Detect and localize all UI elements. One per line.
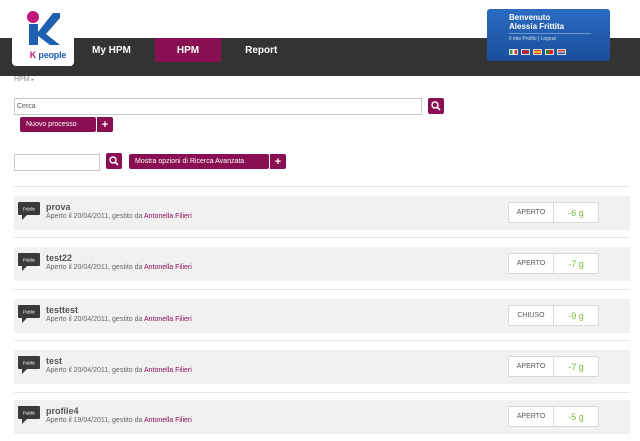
process-meta: Aperto il 20/04/2011, gestito da Antonel… (46, 264, 192, 271)
language-flags (509, 49, 566, 55)
manager-link[interactable]: Antonella Filieri (144, 367, 192, 374)
process-title[interactable]: test (46, 356, 62, 366)
status-badge: APERTO (509, 357, 554, 376)
status-badge: CHIUSO (509, 306, 554, 325)
process-row[interactable]: Public testtest Aperto il 20/04/2011, ge… (14, 299, 630, 333)
svg-text:Public: Public (23, 361, 36, 366)
status-box: APERTO -7 g (508, 356, 599, 377)
breadcrumb: HPM ▸ (14, 76, 34, 83)
new-process-button[interactable]: Nuovo processo (20, 117, 96, 132)
user-panel: Benvenuto Alessia Frittita Il mio Profil… (487, 9, 610, 61)
nav-item-hpm[interactable]: HPM (154, 38, 222, 62)
search-button[interactable] (428, 98, 444, 114)
main-nav: My HPM HPM Report (74, 38, 295, 62)
process-row[interactable]: Public test Aperto il 20/04/2011, gestit… (14, 350, 630, 384)
breadcrumb-separator: ▸ (31, 77, 35, 83)
pt-flag-icon[interactable] (545, 49, 554, 55)
manager-link[interactable]: Antonella Filieri (144, 316, 192, 323)
process-title[interactable]: testtest (46, 305, 78, 315)
advanced-search-button[interactable] (106, 153, 122, 169)
status-badge: APERTO (509, 407, 554, 426)
process-title[interactable]: prova (46, 202, 71, 212)
breadcrumb-hpm[interactable]: HPM (14, 76, 30, 83)
uk-flag-icon[interactable] (521, 49, 530, 55)
status-badge: APERTO (509, 203, 554, 222)
days-remaining: -6 g (568, 207, 584, 218)
days-remaining: -9 g (568, 310, 584, 321)
user-name: Alessia Frittita (509, 22, 565, 31)
status-box: APERTO -5 g (508, 406, 599, 427)
process-title[interactable]: profile4 (46, 406, 79, 416)
public-badge-icon: Public (18, 406, 40, 424)
welcome-label: Benvenuto (509, 13, 551, 22)
days-remaining: -7 g (568, 258, 584, 269)
process-meta: Aperto il 20/04/2011, gestito da Antonel… (46, 213, 192, 220)
nav-item-report[interactable]: Report (227, 38, 295, 62)
svg-text:Public: Public (23, 207, 36, 212)
search-icon (109, 156, 119, 166)
svg-text:Public: Public (23, 258, 36, 263)
manager-link[interactable]: Antonella Filieri (144, 417, 192, 424)
process-meta: Aperto il 20/04/2011, gestito da Antonel… (46, 316, 192, 323)
process-row[interactable]: Public test22 Aperto il 20/04/2011, gest… (14, 247, 630, 281)
kpeople-logo-icon (27, 11, 60, 45)
it-flag-icon[interactable] (509, 49, 518, 55)
public-badge-icon: Public (18, 202, 40, 220)
user-links[interactable]: Il mio Profilo | Logout (509, 33, 591, 42)
days-remaining: -5 g (568, 411, 584, 422)
advanced-options-button[interactable]: Mostra opzioni di Ricerca Avanzata (129, 154, 269, 169)
svg-text:Public: Public (23, 310, 36, 315)
nl-flag-icon[interactable] (557, 49, 566, 55)
advanced-options-plus-button[interactable]: + (269, 154, 286, 169)
process-title[interactable]: test22 (46, 253, 72, 263)
manager-link[interactable]: Antonella Filieri (144, 213, 192, 220)
divider (14, 340, 630, 341)
logo-wordmark: K people (29, 50, 67, 60)
search-input[interactable] (14, 98, 422, 115)
app-header: K people My HPM HPM Report Benvenuto Ale… (0, 0, 640, 76)
process-meta: Aperto il 19/04/2011, gestito da Antonel… (46, 417, 192, 424)
status-box: APERTO -6 g (508, 202, 599, 223)
days-remaining: -7 g (568, 361, 584, 372)
new-process-plus-button[interactable]: + (96, 117, 113, 132)
public-badge-icon: Public (18, 253, 40, 271)
process-meta: Aperto il 20/04/2011, gestito da Antonel… (46, 367, 192, 374)
status-box: APERTO -7 g (508, 253, 599, 274)
kpeople-logo[interactable]: K people (12, 4, 74, 66)
svg-text:Public: Public (23, 411, 36, 416)
search-icon (431, 101, 441, 111)
status-box: CHIUSO -9 g (508, 305, 599, 326)
manager-link[interactable]: Antonella Filieri (144, 264, 192, 271)
public-badge-icon: Public (18, 356, 40, 374)
public-badge-icon: Public (18, 305, 40, 323)
advanced-search-input[interactable] (14, 154, 100, 171)
divider (14, 237, 630, 238)
divider (14, 392, 630, 393)
process-row[interactable]: Public profile4 Aperto il 19/04/2011, ge… (14, 400, 630, 434)
es-flag-icon[interactable] (533, 49, 542, 55)
divider (14, 289, 630, 290)
status-badge: APERTO (509, 254, 554, 273)
process-row[interactable]: Public prova Aperto il 20/04/2011, gesti… (14, 196, 630, 230)
divider (14, 186, 630, 187)
nav-item-my-hpm[interactable]: My HPM (74, 38, 149, 62)
